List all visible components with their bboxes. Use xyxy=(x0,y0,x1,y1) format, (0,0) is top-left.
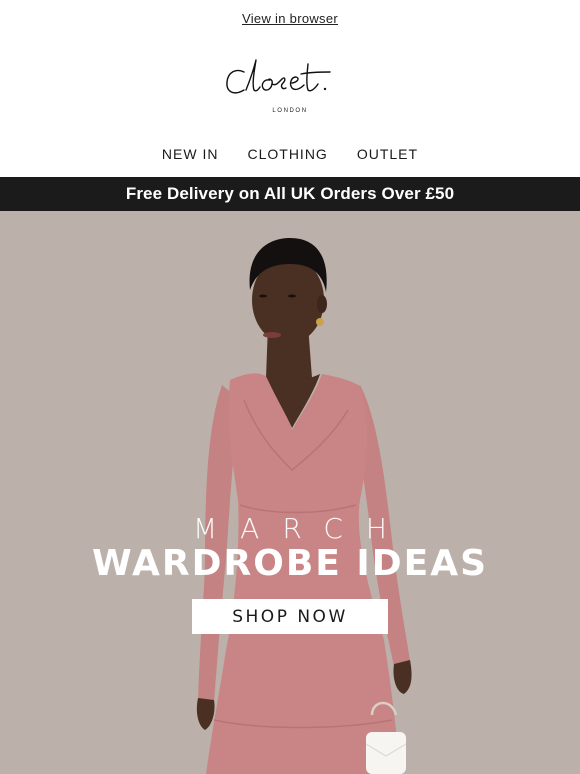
view-in-browser-link[interactable]: View in browser xyxy=(242,11,338,26)
hero-title: WARDROBE IDEAS xyxy=(91,543,489,584)
closet-logo[interactable]: LONDON xyxy=(194,50,386,120)
logo-sublabel: LONDON xyxy=(272,108,308,114)
main-nav: NEW IN CLOTHING OUTLET xyxy=(0,134,580,174)
hero-banner[interactable]: MARCH WARDROBE IDEAS SHOP NOW xyxy=(0,211,580,774)
hero-kicker: MARCH xyxy=(193,512,410,545)
nav-item-new-in[interactable]: NEW IN xyxy=(162,146,219,162)
closet-wordmark-logo xyxy=(226,59,331,94)
nav-item-clothing[interactable]: CLOTHING xyxy=(247,146,327,162)
logo-area: LONDON xyxy=(0,36,580,134)
shop-now-button[interactable]: SHOP NOW xyxy=(192,599,388,634)
nav-item-outlet[interactable]: OUTLET xyxy=(357,146,418,162)
view-in-browser-bar: View in browser xyxy=(0,0,580,36)
promo-bar[interactable]: Free Delivery on All UK Orders Over £50 xyxy=(0,177,580,211)
promo-text: Free Delivery on All UK Orders Over £50 xyxy=(125,184,455,203)
hero-model-image xyxy=(196,238,412,774)
